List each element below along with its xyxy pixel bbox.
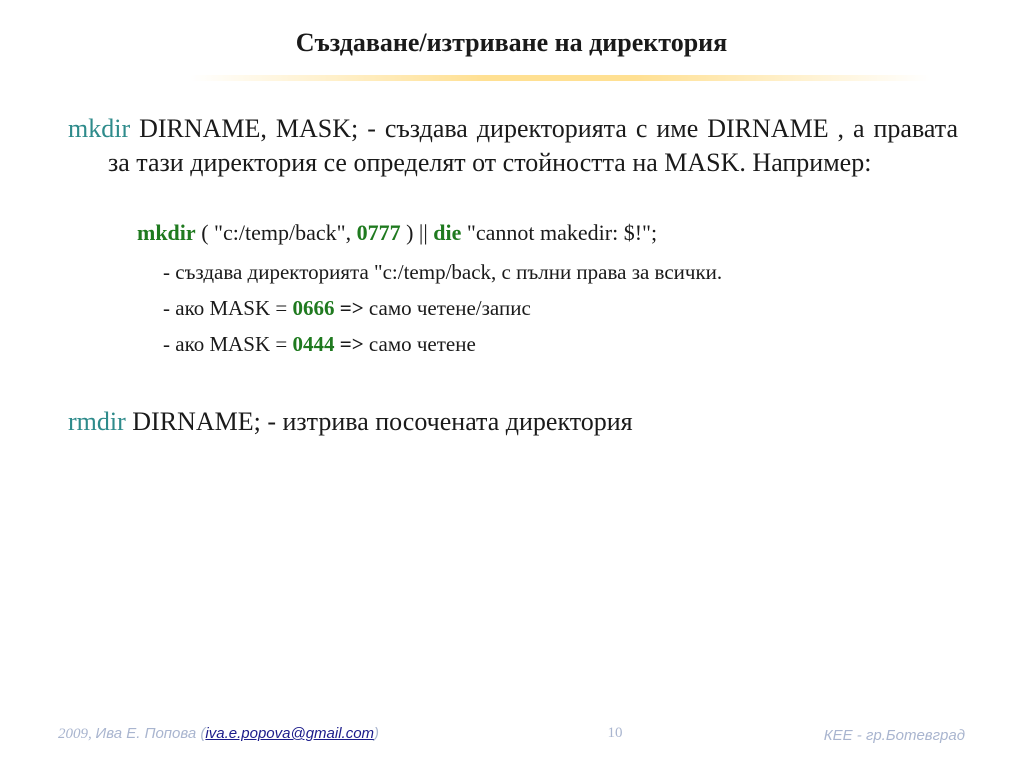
rmdir-keyword: rmdir [68, 407, 126, 436]
note-full-rights: - създава директорията "c:/temp/back, с … [163, 258, 722, 286]
slide-title: Създаване/изтриване на директория [295, 28, 728, 57]
example-part3: "cannot makedir: $!"; [461, 220, 658, 245]
mkdir-keyword: mkdir [68, 114, 131, 143]
footer-email-link[interactable]: iva.e.popova@gmail.com [205, 725, 374, 742]
footer-author-name: Ива Е. Попова ( [95, 725, 206, 742]
note-arrow: => [334, 296, 364, 320]
example-part2: ) || [400, 220, 434, 245]
example-mkdir-keyword: mkdir [137, 220, 196, 245]
note-prefix: - ако MASK = [163, 296, 293, 320]
example-mask-value: 0777 [356, 220, 401, 245]
note-prefix: - ако MASK = [163, 332, 293, 356]
note-arrow: => [334, 332, 364, 356]
footer-author: 2009, Ива Е. Попова (iva.e.popova@gmail.… [58, 725, 379, 743]
mkdir-example: mkdir ( "c:/temp/back", 0777 ) || die "c… [137, 218, 657, 248]
mkdir-description: DIRNAME, MASK; - създава директорията с … [108, 114, 958, 177]
example-part1: ( "c:/temp/back", [195, 220, 357, 245]
note-mask-0444: - ако MASK = 0444 => само четене [163, 330, 476, 358]
note-mask-0666: - ако MASK = 0666 => само четене/запис [163, 294, 531, 322]
footer-year: 2009, [58, 726, 96, 742]
example-die-keyword: die [433, 220, 462, 245]
note-mask-value: 0666 [292, 296, 335, 320]
rmdir-description: DIRNAME; - изтрива посочената директория [125, 407, 633, 436]
rmdir-paragraph: rmdir DIRNAME; - изтрива посочената дире… [68, 405, 958, 439]
page-number: 10 [607, 725, 623, 741]
note-suffix: само четене [363, 332, 476, 356]
note-suffix: само четене/запис [363, 296, 531, 320]
note-text: - създава директорията "c:/temp/back, с … [163, 260, 723, 284]
title-underline [190, 75, 930, 81]
footer-organization: КЕЕ - гр.Ботевград [823, 727, 965, 744]
note-mask-value: 0444 [292, 332, 335, 356]
footer-close-paren: ) [374, 725, 380, 742]
mkdir-paragraph: mkdir DIRNAME, MASK; - създава директори… [68, 112, 958, 180]
